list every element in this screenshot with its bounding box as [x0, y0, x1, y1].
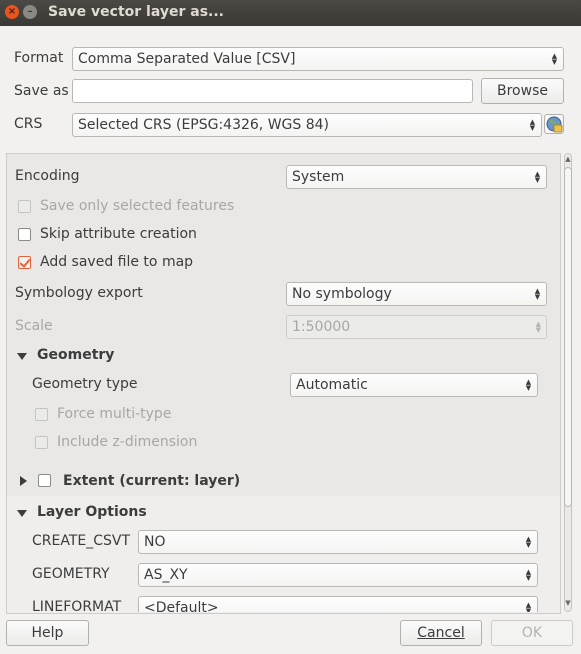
lineformat-combo[interactable]: <Default> ▲ ▼ [138, 596, 538, 612]
symbology-combo[interactable]: No symbology ▲ ▼ [286, 282, 547, 306]
lineformat-value: <Default> [144, 600, 219, 612]
geometry-type-combo[interactable]: Automatic ▲ ▼ [290, 373, 538, 397]
geometry-group-title[interactable]: Geometry [37, 347, 114, 363]
include-z-checkbox[interactable] [35, 436, 48, 449]
scale-label: Scale [15, 318, 53, 334]
clipped-row: LINEFORMAT <Default> ▲ ▼ [6, 596, 559, 612]
skip-attribute-label: Skip attribute creation [40, 226, 197, 242]
symbology-value: No symbology [292, 286, 392, 302]
title-bar: × – Save vector layer as... [0, 0, 581, 26]
scrollbar-thumb[interactable] [564, 167, 572, 507]
up-down-arrows-icon: ▲ ▼ [525, 535, 532, 549]
help-button[interactable]: Help [6, 620, 89, 646]
up-down-arrows-icon: ▲ ▼ [534, 170, 541, 184]
up-down-arrows-icon: ▲ ▼ [529, 118, 536, 132]
skip-attribute-checkbox[interactable] [18, 228, 31, 241]
save-only-selected-checkbox[interactable] [18, 200, 31, 213]
triangle-down-icon[interactable] [17, 510, 27, 517]
geometry-type-value: Automatic [296, 377, 368, 393]
close-icon[interactable]: × [5, 5, 19, 19]
add-to-map-checkbox[interactable] [18, 256, 31, 269]
ok-button[interactable]: OK [491, 620, 573, 646]
scale-spinbox[interactable]: 1:50000 ▲ ▼ [286, 315, 547, 339]
scale-value: 1:50000 [292, 319, 351, 335]
up-down-arrows-icon: ▲ ▼ [534, 287, 541, 301]
create-csvt-value: NO [144, 534, 166, 550]
geometry-option-combo[interactable]: AS_XY ▲ ▼ [138, 563, 538, 587]
up-down-arrows-icon: ▲ ▼ [525, 568, 532, 582]
scroll-down-icon[interactable]: ▼ [564, 599, 572, 607]
up-down-arrows-icon: ▲ ▼ [535, 320, 541, 334]
format-value: Comma Separated Value [CSV] [78, 51, 296, 67]
window-title: Save vector layer as... [48, 4, 224, 20]
layer-options-title[interactable]: Layer Options [37, 504, 147, 520]
force-multi-checkbox[interactable] [35, 408, 48, 421]
crs-value: Selected CRS (EPSG:4326, WGS 84) [78, 117, 330, 133]
save-as-label: Save as [14, 83, 69, 99]
geometry-option-value: AS_XY [144, 567, 188, 583]
encoding-label: Encoding [15, 168, 80, 184]
crs-globe-icon [546, 116, 563, 133]
encoding-combo[interactable]: System ▲ ▼ [286, 165, 547, 189]
triangle-right-icon[interactable] [20, 476, 27, 486]
geometry-type-label: Geometry type [32, 376, 138, 392]
extent-checkbox[interactable] [38, 474, 51, 487]
scroll-up-icon[interactable]: ▲ [564, 155, 572, 163]
layer-option-label: GEOMETRY [32, 566, 110, 582]
crs-select-button[interactable] [544, 114, 564, 134]
add-to-map-label: Add saved file to map [40, 254, 194, 270]
minimize-icon[interactable]: – [23, 5, 37, 19]
panel-scrollbar[interactable]: ▲ ▼ [562, 153, 574, 612]
create-csvt-combo[interactable]: NO ▲ ▼ [138, 530, 538, 554]
up-down-arrows-icon: ▲ ▼ [551, 52, 558, 66]
up-down-arrows-icon: ▲ ▼ [525, 378, 532, 392]
encoding-value: System [292, 169, 345, 185]
layer-option-label: LINEFORMAT [32, 599, 122, 612]
triangle-down-icon[interactable] [17, 353, 27, 360]
layer-option-label: CREATE_CSVT [32, 533, 131, 549]
include-z-label: Include z-dimension [57, 434, 198, 450]
format-combo[interactable]: Comma Separated Value [CSV] ▲ ▼ [72, 47, 564, 71]
save-only-selected-label: Save only selected features [40, 198, 235, 214]
extent-group-title[interactable]: Extent (current: layer) [63, 473, 240, 489]
format-label: Format [14, 50, 64, 66]
cancel-button[interactable]: Cancel [400, 620, 482, 646]
symbology-label: Symbology export [15, 285, 143, 301]
up-down-arrows-icon: ▲ ▼ [525, 601, 532, 613]
save-as-input[interactable] [72, 79, 473, 103]
browse-button[interactable]: Browse [481, 78, 564, 104]
crs-label: CRS [14, 116, 43, 132]
force-multi-label: Force multi-type [57, 406, 172, 422]
crs-combo[interactable]: Selected CRS (EPSG:4326, WGS 84) ▲ ▼ [72, 113, 542, 137]
